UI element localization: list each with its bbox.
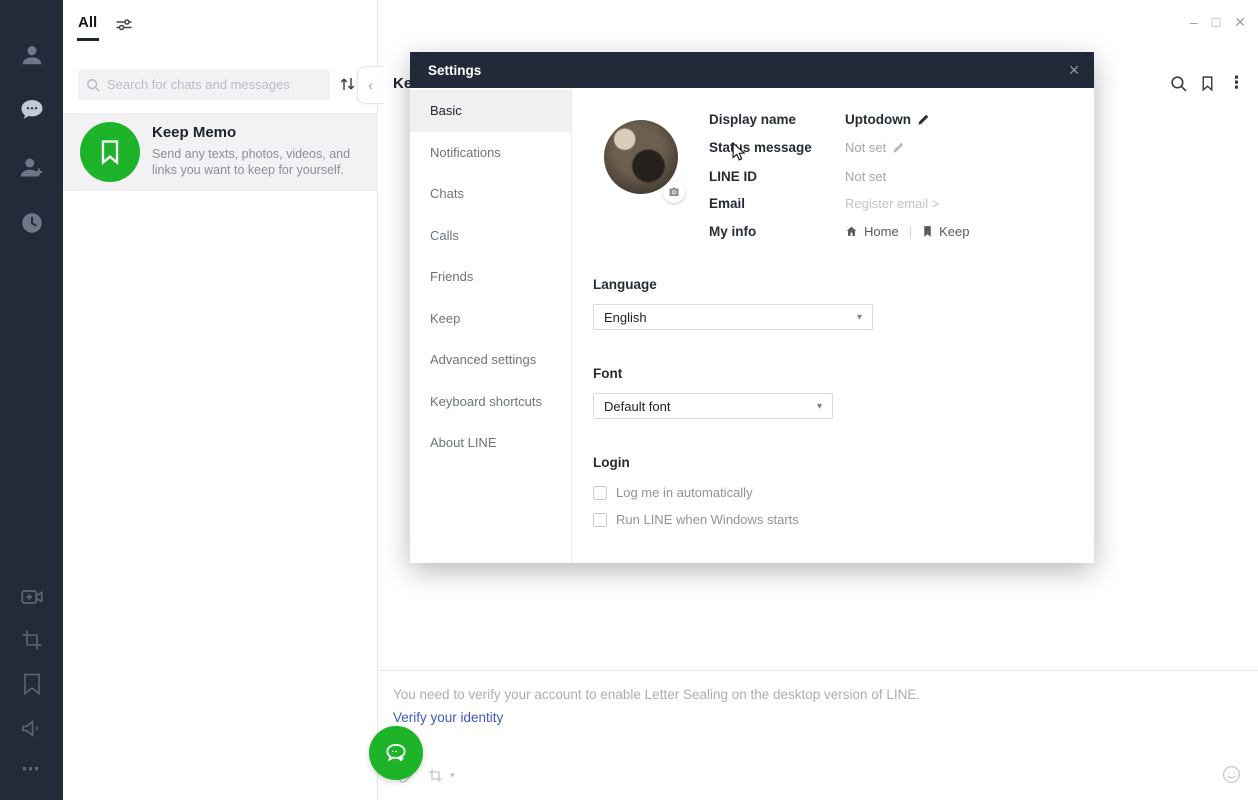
run-on-startup-option[interactable]: Run LINE when Windows starts	[593, 512, 799, 527]
more-horizontal-glyph: ⋯	[22, 759, 42, 780]
run-on-startup-checkbox-label: Run LINE when Windows starts	[616, 512, 799, 527]
display-name-label: Display name	[709, 112, 845, 127]
font-caret-icon: ▾	[817, 401, 822, 412]
settings-nav-chats[interactable]: Chats	[410, 173, 571, 215]
verify-identity-link[interactable]: Verify your identity	[393, 710, 503, 725]
settings-title: Settings	[428, 63, 1068, 78]
display-name-value: Uptodown	[845, 112, 911, 127]
my-info-label: My info	[709, 224, 845, 239]
font-label: Font	[593, 366, 622, 381]
font-value: Default font	[604, 399, 671, 414]
my-info-separator: |	[909, 224, 912, 239]
settings-nav-notifications[interactable]: Notifications	[410, 132, 571, 174]
app-sidebar: ⋯	[0, 0, 63, 800]
settings-dialog-header: Settings ✕	[410, 52, 1094, 88]
settings-basic-panel: Display name Uptodown Status message Not…	[572, 88, 1094, 563]
settings-nav-keyboard-shortcuts[interactable]: Keyboard shortcuts	[410, 381, 571, 423]
status-message-label: Status message	[709, 140, 845, 155]
chat-menu-icon[interactable]: ⋮	[1228, 73, 1245, 93]
window-close-button[interactable]: ✕	[1234, 14, 1246, 30]
run-on-startup-checkbox[interactable]	[593, 513, 607, 527]
language-label: Language	[593, 277, 657, 292]
compose-divider	[378, 670, 1258, 671]
language-dropdown[interactable]: English ▾	[593, 304, 873, 330]
settings-nav: Basic Notifications Chats Calls Friends …	[410, 88, 572, 563]
chat-list-panel: All ‹ Keep Memo Send any texts, photos, …	[63, 0, 378, 800]
collapse-chevron-icon: ‹	[368, 78, 372, 93]
login-label: Login	[593, 455, 630, 470]
keep-link[interactable]: Keep	[939, 224, 969, 239]
auto-login-checkbox[interactable]	[593, 486, 607, 500]
settings-nav-about-line[interactable]: About LINE	[410, 422, 571, 464]
keep-memo-list-item[interactable]: Keep Memo Send any texts, photos, videos…	[63, 113, 378, 191]
line-id-label: LINE ID	[709, 169, 845, 184]
announcements-icon[interactable]	[0, 714, 63, 742]
window-controls: – □ ✕	[1190, 14, 1246, 30]
tab-all[interactable]: All	[78, 14, 97, 31]
status-message-value: Not set	[845, 140, 886, 155]
history-icon[interactable]	[0, 209, 63, 237]
bookmark-icon	[97, 138, 123, 166]
status-message-row: Status message Not set	[709, 138, 905, 156]
my-info-row: My info Home | Keep	[709, 222, 969, 240]
keep-memo-subtitle: Send any texts, photos, videos, and link…	[152, 146, 350, 178]
line-id-row: LINE ID Not set	[709, 167, 886, 185]
settings-close-button[interactable]: ✕	[1068, 62, 1080, 79]
chat-search-icon[interactable]	[1170, 75, 1187, 92]
sort-icon[interactable]	[339, 75, 356, 98]
add-friends-icon[interactable]	[0, 153, 63, 181]
search-bar	[78, 69, 330, 100]
new-chat-icon	[383, 740, 409, 766]
settings-nav-calls[interactable]: Calls	[410, 215, 571, 257]
keep-memo-avatar	[80, 122, 140, 182]
language-caret-icon: ▾	[857, 312, 862, 323]
capture-icon[interactable]	[427, 767, 444, 784]
auto-login-checkbox-label: Log me in automatically	[616, 485, 753, 500]
more-icon[interactable]: ⋯	[0, 755, 63, 783]
edit-display-name-icon[interactable]	[917, 113, 930, 126]
capture-caret-icon[interactable]: ▾	[450, 770, 455, 781]
keep-memo-title: Keep Memo	[152, 124, 236, 141]
settings-dialog: Settings ✕ Basic Notifications Chats Cal…	[410, 52, 1094, 563]
register-email-link[interactable]: Register email >	[845, 196, 939, 211]
settings-nav-advanced-settings[interactable]: Advanced settings	[410, 339, 571, 381]
chats-icon[interactable]	[0, 96, 63, 124]
collapse-panel-button[interactable]: ‹	[357, 66, 383, 104]
chat-header-icons: ⋮	[1170, 73, 1245, 93]
screenshot-icon[interactable]	[0, 626, 63, 654]
edit-status-icon[interactable]	[892, 141, 905, 154]
settings-nav-friends[interactable]: Friends	[410, 256, 571, 298]
email-row: Email Register email >	[709, 194, 939, 212]
tab-all-underline	[77, 38, 99, 41]
email-label: Email	[709, 196, 845, 211]
change-photo-button[interactable]	[663, 181, 685, 203]
keep-icon[interactable]	[0, 670, 63, 698]
friends-icon[interactable]	[0, 41, 63, 69]
meeting-icon[interactable]	[0, 583, 63, 611]
chat-keep-icon[interactable]	[1200, 75, 1215, 92]
settings-nav-basic[interactable]: Basic	[410, 90, 571, 132]
settings-nav-keep[interactable]: Keep	[410, 298, 571, 340]
camera-icon	[668, 186, 680, 198]
maximize-button[interactable]: □	[1212, 14, 1220, 30]
display-name-row: Display name Uptodown	[709, 110, 930, 128]
new-chat-button[interactable]	[369, 726, 423, 780]
line-id-value: Not set	[845, 169, 886, 184]
keep-small-icon	[922, 225, 933, 238]
letter-sealing-notice: You need to verify your account to enabl…	[393, 687, 920, 702]
search-icon	[86, 78, 100, 92]
home-icon	[845, 225, 858, 238]
minimize-button[interactable]: –	[1190, 14, 1198, 30]
search-input[interactable]	[107, 77, 322, 92]
language-value: English	[604, 310, 647, 325]
home-link[interactable]: Home	[864, 224, 899, 239]
emoji-icon[interactable]	[1221, 764, 1242, 790]
auto-login-option[interactable]: Log me in automatically	[593, 485, 753, 500]
filter-icon[interactable]	[115, 16, 133, 39]
font-dropdown[interactable]: Default font ▾	[593, 393, 833, 419]
